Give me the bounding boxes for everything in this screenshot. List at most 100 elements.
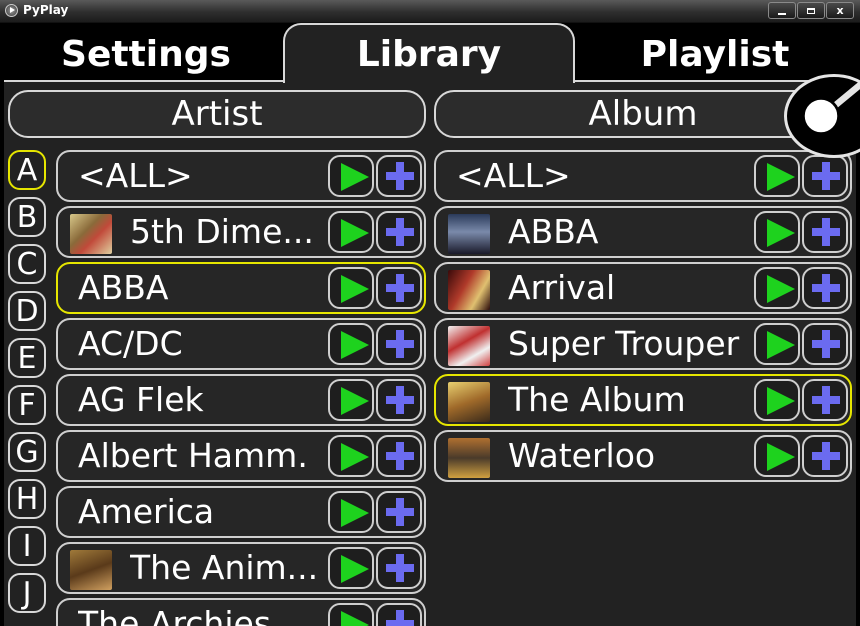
list-item-label: ABBA — [78, 268, 169, 307]
play-button[interactable] — [328, 435, 374, 477]
add-button[interactable] — [802, 267, 848, 309]
list-item-label: <ALL> — [456, 156, 571, 195]
add-button[interactable] — [376, 155, 422, 197]
play-button[interactable] — [754, 379, 800, 421]
add-icon — [386, 498, 414, 526]
add-icon — [812, 442, 840, 470]
add-button[interactable] — [376, 211, 422, 253]
add-button[interactable] — [802, 379, 848, 421]
list-item-label: <ALL> — [78, 156, 193, 195]
letter-button-f[interactable]: F — [8, 385, 46, 425]
letter-button-c[interactable]: C — [8, 244, 46, 284]
add-icon — [812, 274, 840, 302]
list-item[interactable]: <ALL> — [56, 150, 426, 202]
play-icon — [341, 387, 369, 415]
list-item[interactable]: ABBA — [56, 262, 426, 314]
list-item[interactable]: Arrival — [434, 262, 852, 314]
app-icon — [5, 4, 18, 17]
play-button[interactable] — [754, 435, 800, 477]
add-icon — [812, 162, 840, 190]
list-item[interactable]: America — [56, 486, 426, 538]
add-button[interactable] — [802, 211, 848, 253]
add-button[interactable] — [376, 491, 422, 533]
list-item-label: The Album — [508, 380, 686, 419]
letter-button-j[interactable]: J — [8, 573, 46, 613]
add-button[interactable] — [376, 547, 422, 589]
play-button[interactable] — [754, 211, 800, 253]
add-icon — [386, 610, 414, 626]
tab-bar: Settings Library Playlist — [0, 23, 860, 83]
play-button[interactable] — [754, 323, 800, 365]
add-button[interactable] — [802, 323, 848, 365]
letter-button-i[interactable]: I — [8, 526, 46, 566]
list-item[interactable]: The Album — [434, 374, 852, 426]
letter-button-g[interactable]: G — [8, 432, 46, 472]
album-art-thumbnail — [448, 214, 490, 254]
list-item-label: The Archies — [78, 604, 272, 626]
album-art-thumbnail — [70, 214, 112, 254]
play-icon — [341, 331, 369, 359]
play-icon — [341, 275, 369, 303]
tab-playlist[interactable]: Playlist — [578, 25, 852, 83]
add-button[interactable] — [802, 155, 848, 197]
list-item[interactable]: ABBA — [434, 206, 852, 258]
add-icon — [812, 386, 840, 414]
play-button[interactable] — [328, 379, 374, 421]
play-button[interactable] — [328, 547, 374, 589]
list-item[interactable]: Waterloo — [434, 430, 852, 482]
list-item-label: The Anim... — [130, 548, 319, 587]
list-item[interactable]: Super Trouper — [434, 318, 852, 370]
minimize-icon — [778, 12, 786, 15]
play-button[interactable] — [328, 211, 374, 253]
add-icon — [386, 554, 414, 582]
add-button[interactable] — [376, 267, 422, 309]
play-button[interactable] — [328, 155, 374, 197]
list-item-label: Waterloo — [508, 436, 656, 475]
play-button[interactable] — [754, 155, 800, 197]
title-bar: PyPlay x — [0, 0, 860, 23]
play-button[interactable] — [754, 267, 800, 309]
add-icon — [386, 218, 414, 246]
list-item[interactable]: <ALL> — [434, 150, 852, 202]
list-item[interactable]: AG Flek — [56, 374, 426, 426]
add-button[interactable] — [376, 379, 422, 421]
library-panel: Artist Album ABCDEFGHIJ <ALL> 5th Dime...… — [4, 82, 856, 626]
add-button[interactable] — [376, 323, 422, 365]
add-icon — [386, 274, 414, 302]
play-button[interactable] — [328, 603, 374, 626]
album-art-thumbnail — [448, 438, 490, 478]
close-button[interactable]: x — [826, 2, 854, 19]
list-item-label: 5th Dime... — [130, 212, 314, 251]
minimize-button[interactable] — [768, 2, 796, 19]
letter-button-e[interactable]: E — [8, 338, 46, 378]
add-button[interactable] — [376, 435, 422, 477]
list-item[interactable]: Albert Hamm... — [56, 430, 426, 482]
tab-library[interactable]: Library — [283, 23, 575, 83]
list-item[interactable]: The Anim... — [56, 542, 426, 594]
letter-button-d[interactable]: D — [8, 291, 46, 331]
list-item-label: ABBA — [508, 212, 599, 251]
play-button[interactable] — [328, 491, 374, 533]
list-item[interactable]: The Archies — [56, 598, 426, 626]
list-item-label: Albert Hamm... — [78, 436, 308, 475]
search-button[interactable] — [784, 74, 860, 158]
add-button[interactable] — [802, 435, 848, 477]
list-item[interactable]: AC/DC — [56, 318, 426, 370]
letter-button-a[interactable]: A — [8, 150, 46, 190]
artist-header[interactable]: Artist — [8, 90, 426, 138]
list-item-label: AG Flek — [78, 380, 204, 419]
maximize-button[interactable] — [797, 2, 825, 19]
list-item[interactable]: 5th Dime... — [56, 206, 426, 258]
play-icon — [767, 163, 795, 191]
add-icon — [812, 330, 840, 358]
play-icon — [341, 163, 369, 191]
letter-button-h[interactable]: H — [8, 479, 46, 519]
add-button[interactable] — [376, 603, 422, 626]
letter-button-b[interactable]: B — [8, 197, 46, 237]
add-icon — [386, 330, 414, 358]
tab-divider-left — [4, 80, 285, 82]
tab-settings[interactable]: Settings — [8, 25, 284, 83]
list-item-label: AC/DC — [78, 324, 183, 363]
play-button[interactable] — [328, 267, 374, 309]
play-button[interactable] — [328, 323, 374, 365]
